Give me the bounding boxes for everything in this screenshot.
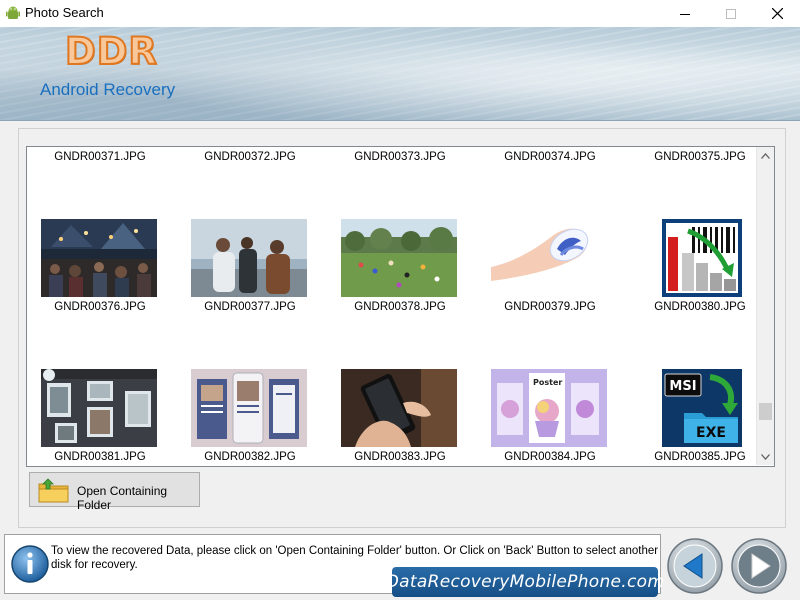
close-icon [771,8,783,19]
thumbnail-filename: GNDR00374.JPG [504,151,596,163]
maximize-icon [726,8,736,19]
arrow-right-icon [731,538,787,594]
park-lawn-photo [341,219,457,297]
thumbnail-filename: GNDR00372.JPG [204,151,296,163]
thumbnail-image[interactable]: Poster [491,369,607,447]
scroll-down-button[interactable] [757,448,774,465]
website-badge[interactable]: DataRecoveryMobilePhone.com [386,567,664,597]
thumbnail-item[interactable]: GNDR00373.JPG [335,147,485,219]
msi-exe-image: MSI EXE [662,369,742,447]
thumbnail-image[interactable] [491,219,607,297]
thumbnail-item[interactable]: Poster GNDR00384.JPG [485,369,635,466]
photo-grid-content: GNDR00371.JPG GNDR00372.JPG GNDR00373.JPG G… [27,147,757,466]
thumbnail-item[interactable]: GNDR00376.JPG [35,219,185,369]
thumbnail-item[interactable]: GNDR00381.JPG [35,369,185,466]
barcode-chart-image [662,219,742,297]
thumbnail-filename: GNDR00376.JPG [54,301,146,313]
thumbnail-image[interactable] [41,219,157,297]
thumbnail-image[interactable] [191,219,307,297]
svg-text:EXE: EXE [696,425,726,441]
poster-designs-image: Poster [491,369,607,447]
thumbnail-image[interactable]: MSI EXE [641,369,757,447]
window-title: Photo Search [25,5,104,20]
close-button[interactable] [754,0,800,27]
minimize-button[interactable] [662,0,708,27]
thumbnail-filename: GNDR00375.JPG [654,151,746,163]
thumbnail-item[interactable]: GNDR00371.JPG [35,147,185,219]
header-banner: DDR Android Recovery [0,27,800,121]
thumbnail-item[interactable]: MSI EXE GNDR00385.JPG [635,369,774,466]
thumbnail-filename: GNDR00378.JPG [354,301,446,313]
minimize-icon [680,13,690,15]
maximize-button[interactable] [708,0,754,27]
info-icon [11,545,49,583]
svg-text:Poster: Poster [533,378,562,387]
thumbnail-filename: GNDR00385.JPG [654,451,746,463]
ddr-logo: DDR [64,29,158,74]
thumbnail-item[interactable]: GNDR00383.JPG [335,369,485,466]
title-bar: Photo Search [0,0,800,27]
thumbnail-filename: GNDR00381.JPG [54,451,146,463]
thumbnail-item[interactable]: GNDR00378.JPG [335,219,485,369]
thumbnail-filename: GNDR00377.JPG [204,301,296,313]
thumbnail-item[interactable]: GNDR00374.JPG [485,147,635,219]
photo-collage-image [41,369,157,447]
thumbnail-item[interactable]: GNDR00375.JPG [635,147,774,219]
back-button[interactable] [666,537,724,595]
thumbnail-image[interactable] [191,369,307,447]
thumbnail-image[interactable] [341,369,457,447]
open-containing-folder-button[interactable]: Open Containing Folder [29,472,200,512]
thumbnail-item[interactable]: GNDR00382.JPG [185,369,335,466]
thumbnail-item[interactable]: GNDR00377.JPG [185,219,335,369]
photo-grid[interactable]: GNDR00371.JPG GNDR00372.JPG GNDR00373.JPG G… [26,146,775,467]
scroll-thumb[interactable] [759,403,772,420]
nail-art-photo [491,219,607,297]
vertical-scrollbar[interactable] [756,147,774,465]
phone-mockups-image [191,369,307,447]
thumbnail-filename: GNDR00384.JPG [504,451,596,463]
thumbnail-item[interactable]: GNDR00380.JPG [635,219,774,369]
open-folder-label: Open Containing Folder [77,484,168,512]
thumbnail-item[interactable]: GNDR00372.JPG [185,147,335,219]
arrow-left-icon [667,538,723,594]
website-link[interactable]: DataRecoveryMobilePhone.com [386,572,664,592]
thumbnail-image[interactable] [41,369,157,447]
android-app-icon [6,6,20,19]
open-folder-icon [38,478,69,503]
thumbnail-item[interactable]: GNDR00379.JPG [485,219,635,369]
thumbnail-filename: GNDR00379.JPG [504,301,596,313]
thumbnail-image[interactable] [641,219,757,297]
scroll-up-button[interactable] [757,147,774,164]
chevron-down-icon [761,453,770,460]
svg-text:MSI: MSI [669,379,696,394]
product-name: Android Recovery [40,80,176,99]
people-talking-photo [191,219,307,297]
chevron-up-icon [761,152,770,159]
hand-phone-photo [341,369,457,447]
thumbnail-filename: GNDR00380.JPG [654,301,746,313]
thumbnail-image[interactable] [341,219,457,297]
thumbnail-filename: GNDR00382.JPG [204,451,296,463]
thumbnail-filename: GNDR00371.JPG [54,151,146,163]
night-market-photo [41,219,157,297]
thumbnail-filename: GNDR00373.JPG [354,151,446,163]
next-button[interactable] [730,537,788,595]
thumbnail-filename: GNDR00383.JPG [354,451,446,463]
